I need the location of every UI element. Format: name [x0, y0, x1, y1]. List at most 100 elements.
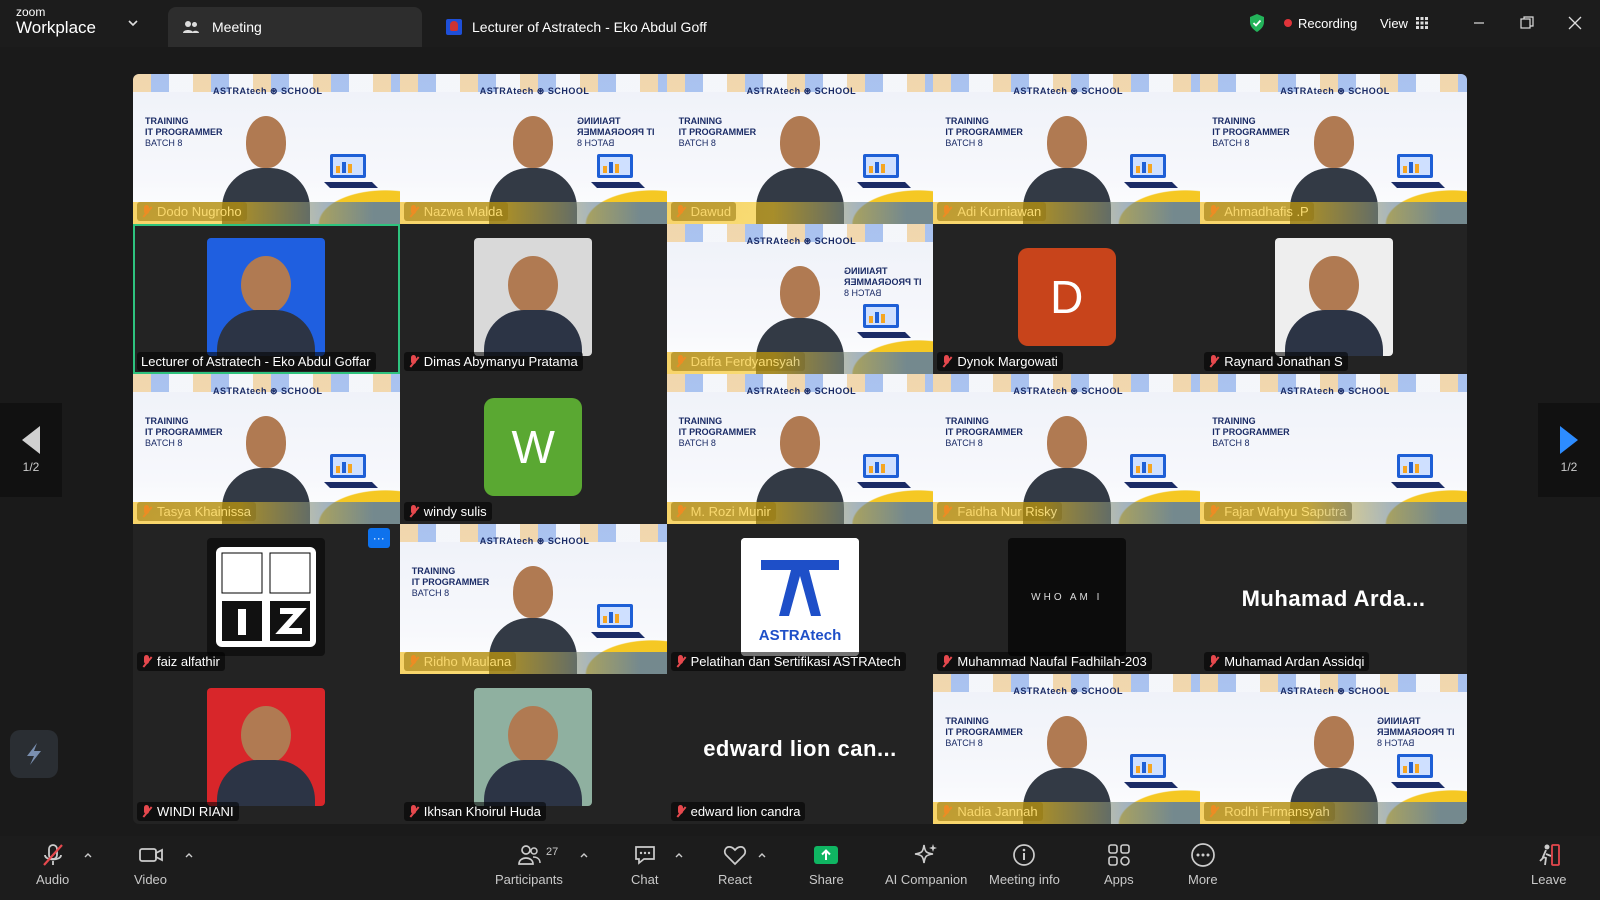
- participant-video: [752, 404, 848, 524]
- participant-name: Rodhi Firmansyah: [1224, 804, 1330, 819]
- zoom-logo[interactable]: zoom Workplace: [16, 6, 96, 36]
- participant-tile[interactable]: ASTRAtech ⊛ SCHOOL TRAINING IT PROGRAMMER B…: [133, 374, 400, 524]
- participant-tile[interactable]: ASTRAtech ⊛ SCHOOL TRAINING IT PROGRAMMER B…: [933, 674, 1201, 824]
- previous-page-button[interactable]: 1/2: [0, 403, 62, 497]
- banner-logos: ASTRAtech ⊛ SCHOOL: [213, 386, 323, 396]
- participant-tile[interactable]: WHO AM I Muhammad Naufal Fadhilah-203: [933, 524, 1201, 674]
- participant-video: [1286, 704, 1382, 824]
- mic-muted-icon: [675, 805, 686, 818]
- react-button[interactable]: React: [718, 842, 752, 887]
- avatar: [1274, 238, 1393, 356]
- participant-tile[interactable]: ASTRAtech ⊛ SCHOOL TRAINING IT PROGRAMMER B…: [933, 74, 1201, 224]
- banner-title: TRAINING IT PROGRAMMER BATCH 8: [1212, 116, 1290, 148]
- view-label: View: [1380, 15, 1408, 31]
- more-icon: [1190, 843, 1215, 867]
- participant-tile[interactable]: ASTRAtech ⊛ SCHOOL TRAINING IT PROGRAMMER B…: [399, 524, 667, 674]
- audio-options-chevron-icon[interactable]: [83, 850, 93, 860]
- participant-name-label: Raynard Jonathan S: [1204, 352, 1348, 371]
- video-options-chevron-icon[interactable]: [184, 850, 194, 860]
- next-page-button[interactable]: 1/2: [1538, 403, 1600, 497]
- participant-tile[interactable]: Wwindy sulis: [399, 374, 667, 524]
- participant-name: Muhammad Naufal Fadhilah-203: [957, 654, 1147, 669]
- view-button[interactable]: View: [1380, 0, 1428, 46]
- minimize-icon[interactable]: [1468, 12, 1490, 34]
- participant-tile[interactable]: ASTRAtech ⊛ SCHOOL TRAINING IT PROGRAMMER B…: [933, 374, 1201, 524]
- participant-name: M. Rozi Munir: [690, 504, 771, 519]
- mic-muted-icon: [42, 844, 63, 866]
- participant-name: edward lion candra: [690, 804, 801, 819]
- recording-indicator[interactable]: Recording: [1284, 0, 1357, 46]
- security-shield-icon[interactable]: [1248, 0, 1266, 46]
- laptop-illustration-icon: [1390, 754, 1445, 788]
- participant-name-label: Dodo Nugroho: [137, 202, 247, 221]
- restore-icon[interactable]: [1516, 12, 1538, 34]
- participant-tile[interactable]: D Dynok Margowati: [933, 224, 1201, 374]
- participant-name: Nazwa Malda: [423, 204, 503, 219]
- avatar: [207, 688, 326, 806]
- participant-tile[interactable]: ASTRAtech ⊛ SCHOOL TRAINING IT PROGRAMMER B…: [666, 224, 934, 374]
- participant-tile[interactable]: ASTRAtech ⊛ SCHOOL TRAINING IT PROGRAMMER B…: [1200, 674, 1467, 824]
- floating-app-icon[interactable]: [10, 730, 58, 778]
- banner-title: TRAINING IT PROGRAMMER BATCH 8: [1377, 716, 1455, 748]
- participant-tile[interactable]: WINDI RIANI: [133, 674, 400, 824]
- close-icon[interactable]: [1564, 12, 1586, 34]
- participant-tile[interactable]: Muhamad Arda... Muhamad Ardan Assidqi: [1200, 524, 1467, 674]
- participant-tile[interactable]: ASTRAtech ⊛ SCHOOL TRAINING IT PROGRAMMER B…: [666, 374, 934, 524]
- participant-tile[interactable]: Dimas Abymanyu Pratama: [399, 224, 667, 374]
- participant-tile[interactable]: ASTRAtech ⊛ SCHOOL TRAINING IT PROGRAMMER B…: [1200, 74, 1467, 224]
- participant-tile[interactable]: ASTRAtech ⊛ SCHOOL TRAINING IT PROGRAMMER B…: [666, 74, 934, 224]
- chevron-down-icon[interactable]: [126, 16, 140, 30]
- more-label: More: [1188, 872, 1218, 887]
- laptop-illustration-icon: [1390, 154, 1445, 188]
- participant-name-label: Muhammad Naufal Fadhilah-203: [937, 652, 1152, 671]
- meeting-toolbar: Audio Video Participants 27 Chat React S…: [0, 836, 1600, 900]
- avatar: W: [484, 398, 583, 496]
- lightning-icon: [27, 743, 41, 765]
- participant-video: [485, 554, 581, 674]
- participant-tile[interactable]: Lecturer of Astratech - Eko Abdul Goffar: [133, 224, 400, 374]
- participant-name-label: windy sulis: [403, 502, 492, 521]
- apps-label: Apps: [1104, 872, 1134, 887]
- mic-muted-icon: [141, 655, 152, 668]
- tab-lecturer-label: Lecturer of Astratech - Eko Abdul Goff: [472, 19, 707, 35]
- participant-tile[interactable]: edward lion can... edward lion candra: [666, 674, 934, 824]
- brand-line1: zoom: [16, 5, 46, 19]
- meeting-info-button[interactable]: Meeting info: [989, 842, 1060, 887]
- react-options-chevron-icon[interactable]: [757, 850, 767, 860]
- banner-logos: ASTRAtech ⊛ SCHOOL: [1280, 86, 1390, 96]
- participant-name: Ikhsan Khoirul Huda: [423, 804, 541, 819]
- more-options-button[interactable]: ···: [367, 528, 390, 548]
- participants-options-chevron-icon[interactable]: [579, 850, 589, 860]
- leave-button[interactable]: Leave: [1531, 842, 1566, 887]
- banner-logos: ASTRAtech ⊛ SCHOOL: [479, 86, 590, 96]
- participant-name-label: Ahmadhafis .P: [1204, 202, 1314, 221]
- participant-tile[interactable]: ASTRAtech ⊛ SCHOOL TRAINING IT PROGRAMMER B…: [399, 74, 667, 224]
- tab-lecturer[interactable]: Lecturer of Astratech - Eko Abdul Goff: [446, 7, 707, 47]
- share-button[interactable]: Share: [809, 842, 844, 887]
- chat-options-chevron-icon[interactable]: [674, 850, 684, 860]
- banner-logos: ASTRAtech ⊛ SCHOOL: [213, 86, 323, 96]
- mic-muted-icon: [141, 805, 152, 818]
- participant-video: [218, 104, 314, 224]
- participant-name: Dimas Abymanyu Pratama: [423, 354, 578, 369]
- astratech-logo: ASTRAtech: [740, 538, 859, 656]
- participant-tile[interactable]: ASTRAtech ⊛ SCHOOL TRAINING IT PROGRAMMER B…: [1200, 374, 1467, 524]
- tab-meeting[interactable]: Meeting: [168, 7, 422, 47]
- participant-tile[interactable]: Ikhsan Khoirul Huda: [399, 674, 667, 824]
- apps-button[interactable]: Apps: [1104, 842, 1134, 887]
- participant-tile[interactable]: ASTRAtech Pelatihan dan Sertifikasi ASTRA…: [666, 524, 934, 674]
- chat-button[interactable]: Chat: [631, 842, 658, 887]
- banner-logos: ASTRAtech ⊛ SCHOOL: [746, 86, 857, 96]
- participant-tile[interactable]: ··· faiz alfathir: [133, 524, 400, 674]
- participant-name-label: Dimas Abymanyu Pratama: [403, 352, 583, 371]
- audio-button[interactable]: Audio: [36, 842, 69, 887]
- grid-icon: [1415, 17, 1428, 29]
- participant-tile[interactable]: Raynard Jonathan S: [1200, 224, 1467, 374]
- video-button[interactable]: Video: [134, 842, 167, 887]
- participant-name-label: WINDI RIANI: [137, 802, 239, 821]
- participant-name: Faidha Nur Risky: [957, 504, 1058, 519]
- participant-name-label: Nadia Jannah: [937, 802, 1043, 821]
- more-button[interactable]: More: [1188, 842, 1218, 887]
- ai-companion-button[interactable]: AI Companion: [885, 842, 967, 887]
- participant-tile[interactable]: ASTRAtech ⊛ SCHOOL TRAINING IT PROGRAMMER B…: [133, 74, 400, 224]
